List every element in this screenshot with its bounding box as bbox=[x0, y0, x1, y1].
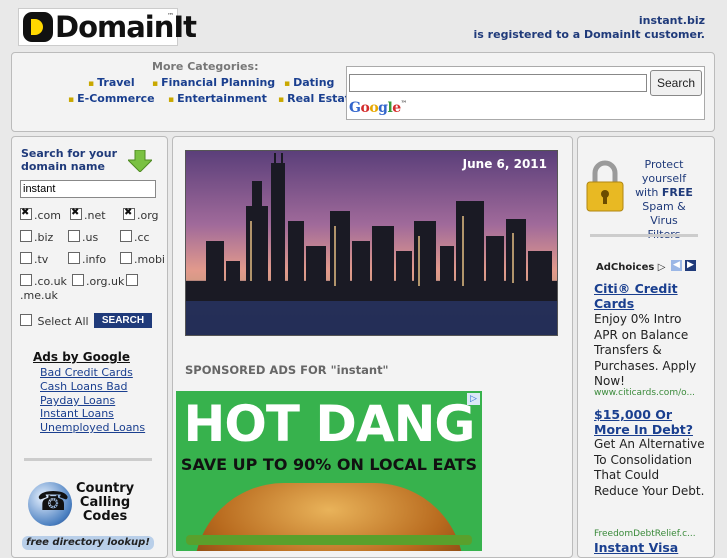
category-entertainment[interactable]: ▪ Entertainment bbox=[168, 92, 267, 105]
citi-ad-body: Enjoy 0% Intro APR on Balance Transfers … bbox=[594, 312, 697, 388]
checkbox-icon[interactable] bbox=[20, 274, 32, 286]
tld-me-uk-checkbox[interactable] bbox=[126, 274, 140, 288]
tld-net[interactable]: .net bbox=[70, 207, 106, 222]
debt-ad-body: Get An Alternative To Consolidation That… bbox=[594, 437, 705, 498]
debt-ad-url[interactable]: FreedomDebtRelief.c... bbox=[594, 529, 704, 539]
tld-us[interactable]: .us bbox=[68, 230, 98, 244]
bullet-icon: ▪ bbox=[278, 95, 285, 105]
ads-by-google-title[interactable]: Ads by Google bbox=[33, 350, 130, 364]
phone-globe-icon[interactable] bbox=[28, 482, 72, 526]
domain-name: instant.biz bbox=[638, 14, 705, 27]
debt-ad-title[interactable]: $15,000 Or More In Debt? bbox=[594, 407, 704, 437]
checkbox-icon[interactable] bbox=[123, 207, 135, 220]
country-calling-codes[interactable]: Country Calling Codes bbox=[76, 482, 134, 524]
adchoices-label[interactable]: AdChoices ▷ bbox=[596, 262, 666, 273]
bullet-icon: ▪ bbox=[168, 95, 175, 105]
ad-link[interactable]: Instant Loans bbox=[40, 407, 114, 420]
checkbox-icon[interactable] bbox=[68, 230, 80, 242]
citi-ad-title[interactable]: Citi® Credit Cards bbox=[594, 281, 704, 311]
domain-search-title: Search for your domain name bbox=[21, 147, 117, 173]
bullet-icon: ▪ bbox=[284, 79, 291, 89]
padlock-icon[interactable] bbox=[586, 160, 624, 212]
skyline-icon bbox=[186, 153, 557, 335]
category-e-commerce[interactable]: ▪ E-Commerce bbox=[68, 92, 155, 105]
bullet-icon: ▪ bbox=[68, 95, 75, 105]
adchoices-icon[interactable]: ▷ bbox=[467, 393, 480, 405]
tld-biz[interactable]: .biz bbox=[20, 230, 53, 244]
sponsored-ads-heading: SPONSORED ADS FOR "instant" bbox=[185, 363, 389, 377]
instant-visa-ad-title[interactable]: Instant Visa bbox=[594, 540, 704, 555]
burger-icon bbox=[186, 483, 472, 551]
google-search-button[interactable]: Search bbox=[650, 70, 702, 96]
select-all[interactable]: Select All bbox=[20, 314, 89, 328]
checkbox-icon[interactable] bbox=[20, 207, 32, 220]
hot-dang-ad[interactable]: HOT DANG SAVE UP TO 90% ON LOCAL EATS ▷ bbox=[176, 391, 482, 551]
registered-text: is registered to a DomainIt customer. bbox=[473, 28, 705, 41]
divider bbox=[24, 458, 152, 461]
category-financial-planning[interactable]: ▪ Financial Planning bbox=[152, 76, 275, 89]
checkbox-icon[interactable] bbox=[20, 314, 32, 326]
checkbox-icon[interactable] bbox=[20, 252, 32, 264]
bullet-icon: ▪ bbox=[152, 79, 159, 89]
google-search-input[interactable] bbox=[349, 74, 647, 92]
domain-search-button[interactable]: SEARCH bbox=[94, 313, 152, 328]
tld-info[interactable]: .info bbox=[68, 252, 106, 266]
ad-headline: HOT DANG bbox=[183, 395, 476, 453]
tld-org[interactable]: .org bbox=[123, 207, 159, 222]
google-search-box: Search Google™ bbox=[346, 66, 705, 120]
free-directory-banner[interactable]: free directory lookup! bbox=[22, 536, 154, 550]
tld-com[interactable]: .com bbox=[20, 207, 61, 222]
logo-text: DomainIt bbox=[55, 10, 197, 44]
checkbox-icon[interactable] bbox=[120, 230, 132, 242]
spam-filter-promo[interactable]: Protect yourself with FREE Spam & Virus … bbox=[628, 158, 700, 242]
checkbox-icon[interactable] bbox=[72, 274, 84, 286]
tld-me-uk: .me.uk bbox=[20, 289, 58, 302]
category-travel[interactable]: ▪ Travel bbox=[88, 76, 135, 89]
tld-cc[interactable]: .cc bbox=[120, 230, 150, 244]
logo-trademark: ™ bbox=[167, 12, 174, 20]
logo-mark-icon bbox=[23, 12, 53, 42]
checkbox-icon[interactable] bbox=[70, 207, 82, 220]
next-arrow-icon[interactable]: ▶ bbox=[685, 260, 696, 271]
ad-link[interactable]: Bad Credit Cards bbox=[40, 366, 133, 379]
ad-link[interactable]: Unemployed Loans bbox=[40, 421, 145, 434]
checkbox-icon[interactable] bbox=[120, 252, 132, 264]
prev-arrow-icon[interactable]: ◀ bbox=[671, 260, 682, 271]
city-skyline-image: June 6, 2011 bbox=[185, 150, 558, 336]
bullet-icon: ▪ bbox=[88, 79, 95, 89]
domain-info: instant.biz is registered to a DomainIt … bbox=[474, 14, 705, 42]
google-logo: Google™ bbox=[349, 100, 407, 116]
more-categories-label: More Categories: bbox=[152, 60, 259, 73]
ad-link[interactable]: Cash Loans Bad bbox=[40, 380, 128, 393]
tld-mobi[interactable]: .mobi bbox=[120, 252, 165, 266]
domain-search-input[interactable] bbox=[20, 180, 156, 198]
category-dating[interactable]: ▪ Dating bbox=[284, 76, 334, 89]
tld-co-uk[interactable]: .co.uk bbox=[20, 274, 67, 288]
divider bbox=[590, 234, 698, 237]
checkbox-icon[interactable] bbox=[20, 230, 32, 242]
arrow-down-icon bbox=[128, 150, 152, 172]
checkbox-icon[interactable] bbox=[126, 274, 138, 286]
domainit-logo[interactable]: DomainIt ™ bbox=[18, 8, 197, 46]
tld-org-uk[interactable]: .org.uk bbox=[72, 274, 124, 288]
ad-link[interactable]: Payday Loans bbox=[40, 394, 115, 407]
hero-date: June 6, 2011 bbox=[462, 157, 547, 171]
checkbox-icon[interactable] bbox=[68, 252, 80, 264]
citi-ad-url[interactable]: www.citicards.com/o... bbox=[594, 388, 704, 398]
tld-tv[interactable]: .tv bbox=[20, 252, 48, 266]
ad-subheadline: SAVE UP TO 90% ON LOCAL EATS bbox=[180, 455, 478, 474]
